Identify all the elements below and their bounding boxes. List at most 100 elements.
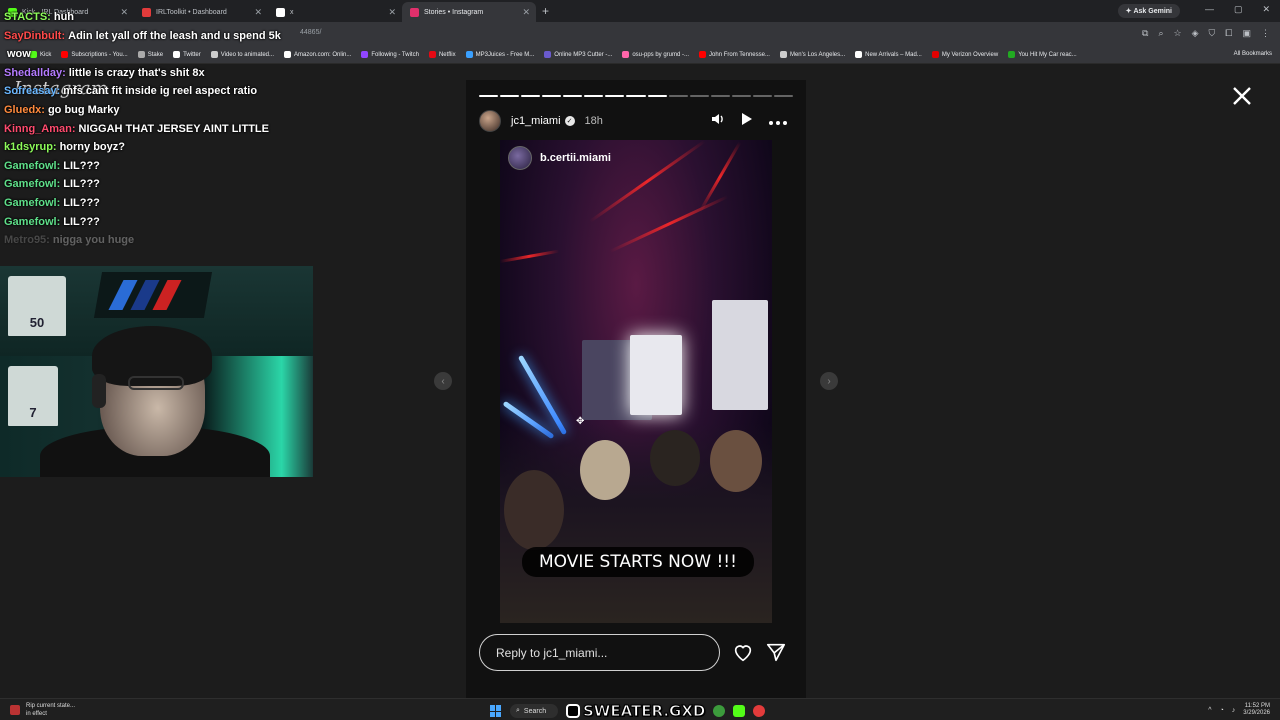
chat-text: Adin let yall off the leash and u spend … xyxy=(68,29,281,42)
bookmark-john-tennessee[interactable]: John From Tennesse... xyxy=(699,51,770,58)
repost-attribution[interactable]: b.certii.miami xyxy=(508,146,611,170)
chat-username: Metro95: xyxy=(4,234,50,247)
chat-username: Gluedx: xyxy=(4,103,45,116)
recording-app-icon[interactable] xyxy=(753,705,766,717)
bookmark-you-hit-my-car[interactable]: You Hit My Car reac... xyxy=(1008,51,1077,58)
progress-segment xyxy=(563,95,583,97)
all-bookmarks-button[interactable]: All Bookmarks xyxy=(1234,51,1272,57)
taskbar-notification[interactable]: Rip current state... in effect xyxy=(10,702,75,718)
new-tab-icon[interactable]: + xyxy=(542,4,549,18)
chat-message: k1dsyrup: horny boyz? xyxy=(4,138,424,157)
chat-message: Kinng_Aman: NIGGAH THAT JERSEY AINT LITTL… xyxy=(4,120,424,139)
avatar[interactable] xyxy=(508,146,532,170)
reply-input[interactable]: Reply to jc1_miami... xyxy=(479,634,720,671)
bookmark-new-arrivals[interactable]: New Arrivals – Mad... xyxy=(855,51,922,58)
story-caption: MOVIE STARTS NOW !!! xyxy=(522,547,754,577)
zoom-icon[interactable]: ⌕ xyxy=(1158,28,1163,39)
like-heart-icon[interactable] xyxy=(732,641,754,663)
bookmark-label: New Arrivals – Mad... xyxy=(865,51,922,58)
bookmark-star-icon[interactable]: ☆ xyxy=(1174,28,1182,39)
mp3-cutter-icon xyxy=(544,51,552,58)
tab-close-icon[interactable]: ✕ xyxy=(522,7,530,18)
volume-tray-icon[interactable]: ♪ xyxy=(1232,707,1236,714)
menu-icon[interactable]: ⋮ xyxy=(1261,28,1270,39)
tray-chevron-icon[interactable]: ^ xyxy=(1208,707,1211,714)
bookmark-mens-la[interactable]: Men's Los Angeles... xyxy=(779,51,846,58)
chat-message: STACTS: huh xyxy=(4,8,424,27)
chat-message: Gamefowl: LIL??? xyxy=(4,194,424,213)
chrome-app-icon[interactable] xyxy=(713,705,726,717)
story-video[interactable]: b.certii.miami ✥ MOVIE STARTS NOW !!! xyxy=(500,140,772,623)
notification-title: Rip current state... xyxy=(26,703,76,709)
toolbar-icons: ⧉ ⌕ ☆ ◈ ⛉ ⧠ ▣ ⋮ xyxy=(1142,28,1270,39)
chat-message: Gluedx: go bug Marky xyxy=(4,101,424,120)
progress-segment xyxy=(773,95,793,97)
crowd-head xyxy=(580,440,630,500)
chat-message: Shedallday: little is crazy that's shit 8… xyxy=(4,64,424,83)
progress-segment xyxy=(605,95,625,97)
window-controls: — ▢ ✕ xyxy=(1205,4,1270,15)
bookmark-verizon[interactable]: My Verizon Overview xyxy=(931,51,999,58)
crowd-head xyxy=(650,430,700,486)
kick-app-icon[interactable] xyxy=(733,705,746,717)
glasses-icon xyxy=(128,376,184,390)
crowd-head xyxy=(710,430,762,492)
store-icon xyxy=(855,51,863,58)
cast-icon[interactable]: ⧉ xyxy=(1142,28,1148,39)
laser-beam xyxy=(500,249,560,263)
shield-icon[interactable]: ⛉ xyxy=(1209,28,1216,39)
bookmark-netflix[interactable]: Netflix xyxy=(428,51,456,58)
play-icon[interactable] xyxy=(741,112,753,129)
chat-username: Gamefowl: xyxy=(4,159,61,172)
more-options-icon[interactable] xyxy=(769,113,787,128)
maximize-icon[interactable]: ▢ xyxy=(1234,4,1243,15)
chat-message: Gamefowl: LIL??? xyxy=(4,157,424,176)
bookmark-osu-pps[interactable]: osu-pps by grumd -... xyxy=(622,51,689,58)
taskbar-search[interactable]: ⌕ Search xyxy=(510,704,558,718)
bookmark-label: MP3Juices - Free M... xyxy=(475,51,535,58)
verizon-icon xyxy=(931,51,939,58)
chat-text: go bug Marky xyxy=(47,103,120,116)
bookmark-label: Men's Los Angeles... xyxy=(789,51,846,58)
avatar[interactable] xyxy=(479,110,501,132)
extension-icon[interactable]: ◈ xyxy=(1192,28,1199,39)
story-progress-bar xyxy=(479,95,793,98)
bookmark-mp3juices[interactable]: MP3Juices - Free M... xyxy=(465,51,535,58)
progress-segment xyxy=(647,95,667,97)
chat-message: SayDinbult: Adin let yall off the leash a… xyxy=(4,27,424,46)
story-username[interactable]: jc1_miami xyxy=(511,115,561,127)
system-tray: ^ ◔ ♪ 11:52 PM 3/29/2026 xyxy=(1208,703,1270,717)
progress-segment xyxy=(689,95,709,97)
chat-username: Kinng_Aman: xyxy=(4,122,76,135)
wifi-icon[interactable]: ◔ xyxy=(1220,707,1224,714)
search-label: Search xyxy=(523,707,547,715)
webcam-feed: 50 7 xyxy=(0,266,313,477)
verified-badge-icon: ✓ xyxy=(564,116,575,126)
framed-jersey: 50 xyxy=(8,276,66,336)
framed-jersey: 7 xyxy=(8,366,58,426)
ask-gemini-button[interactable]: ✦ Ask Gemini xyxy=(1117,4,1180,18)
minimize-icon[interactable]: — xyxy=(1205,4,1214,15)
gemini-label: Ask Gemini xyxy=(1133,7,1172,15)
bookmark-label: My Verizon Overview xyxy=(941,51,999,58)
notification-subtitle: in effect xyxy=(26,711,47,717)
send-icon[interactable] xyxy=(765,641,787,663)
notification-text: Rip current state... in effect xyxy=(26,702,75,718)
story-timestamp: 18h xyxy=(584,115,603,127)
chat-text: LIL??? xyxy=(63,159,100,172)
next-story-button[interactable]: › xyxy=(820,372,838,390)
volume-icon[interactable] xyxy=(711,112,725,129)
gemini-sparkle-icon: ✦ xyxy=(1125,8,1134,15)
taskbar-apps: ⌕ Search SWEATER.GXD xyxy=(490,702,766,720)
system-clock[interactable]: 11:52 PM 3/29/2026 xyxy=(1243,703,1270,717)
reposted-username[interactable]: b.certii.miami xyxy=(540,152,611,164)
bookmark-mp3-cutter[interactable]: Online MP3 Cutter -... xyxy=(544,51,612,58)
close-icon[interactable] xyxy=(1230,84,1254,108)
sidepanel-icon[interactable]: ▣ xyxy=(1242,28,1251,39)
window-close-icon[interactable]: ✕ xyxy=(1262,4,1270,15)
windows-start-icon[interactable] xyxy=(490,705,502,717)
previous-story-button[interactable]: ‹ xyxy=(434,372,452,390)
brand-text: SWEATER.GXD xyxy=(582,702,706,720)
puzzle-icon[interactable]: ⧠ xyxy=(1225,28,1232,39)
progress-segment xyxy=(584,95,604,97)
